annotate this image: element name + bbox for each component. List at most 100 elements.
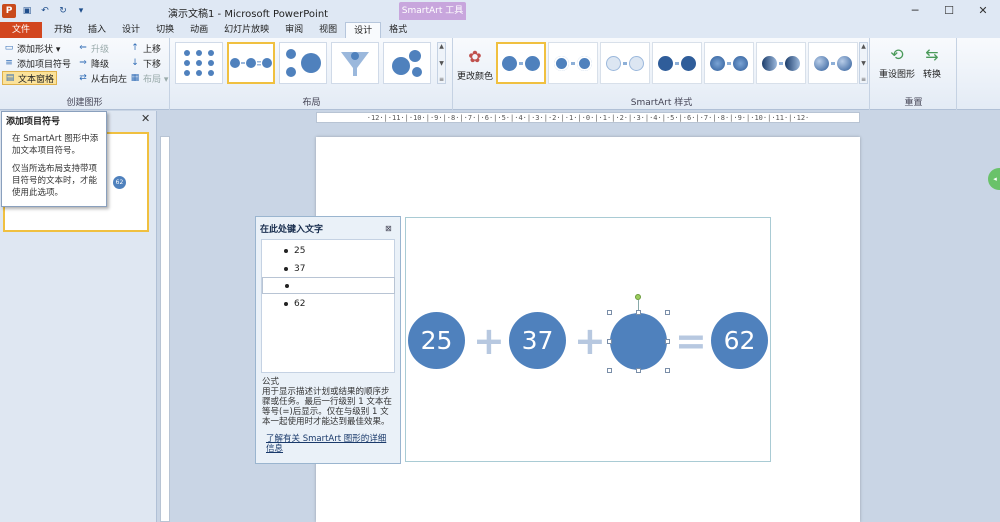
move-down-icon: ↓ (131, 58, 139, 68)
close-pane-icon[interactable]: ✕ (141, 112, 150, 125)
resize-handle[interactable] (665, 310, 670, 315)
move-up-icon: ↑ (131, 43, 139, 53)
smartart-styles-label: SmartArt 样式 (630, 98, 693, 108)
side-tab-icon[interactable]: ◂ (988, 168, 1000, 190)
equation-circle-2[interactable]: 37 (509, 312, 566, 369)
redo-icon[interactable]: ↻ (56, 4, 70, 18)
scroll-up-icon[interactable]: ▲ (860, 43, 867, 50)
list-item[interactable]: 62 (262, 295, 395, 312)
resize-handle[interactable] (636, 310, 641, 315)
undo-icon[interactable]: ↶ (38, 4, 52, 18)
layout-label: 布局 ▾ (143, 74, 169, 85)
tab-animations[interactable]: 动画 (182, 22, 216, 38)
resize-handle[interactable] (665, 339, 670, 344)
style-circle-icon (710, 55, 725, 71)
list-item[interactable]: 25 (262, 242, 395, 259)
reset-graphic-button[interactable]: ⟲ 重设图形 (877, 42, 917, 82)
learn-more-link[interactable]: 了解有关 SmartArt 图形的详细信息 (266, 434, 392, 454)
equation-circle-3-selected[interactable] (610, 313, 667, 370)
bullet-icon (284, 248, 288, 253)
equation-layout-icon (230, 58, 272, 68)
bullet-icon (284, 266, 288, 271)
tab-home[interactable]: 开始 (46, 22, 80, 38)
resize-handle[interactable] (665, 368, 670, 373)
scroll-down-icon[interactable]: ▼ (438, 60, 445, 67)
close-button[interactable]: ✕ (966, 0, 1000, 22)
promote-button[interactable]: ⇐ 升级 (76, 41, 111, 55)
right-to-left-icon: ⇄ (79, 73, 87, 83)
style-option-2[interactable] (548, 42, 598, 84)
layouts-scroll[interactable]: ▲ ▼ ≡ (437, 42, 446, 84)
text-pane-button[interactable]: ▤ 文本窗格 (2, 71, 58, 85)
move-down-button[interactable]: ↓ 下移 (128, 56, 163, 70)
text-pane-title: 在此处键入文字 (260, 225, 324, 235)
demote-button[interactable]: ⇒ 降级 (76, 56, 111, 70)
scroll-down-icon[interactable]: ▼ (860, 60, 867, 67)
window-title: 演示文稿1 - Microsoft PowerPoint (168, 9, 329, 20)
add-bullet-label: 添加项目符号 (17, 59, 72, 70)
resize-handle[interactable] (636, 368, 641, 373)
tab-insert[interactable]: 插入 (80, 22, 114, 38)
tab-slideshow[interactable]: 幻灯片放映 (216, 22, 277, 38)
equation-circle-1[interactable]: 25 (408, 312, 465, 369)
text-pane-list: 25 37 62 (261, 239, 395, 373)
layout-option-funnel[interactable] (331, 42, 379, 84)
style-equals-icon (675, 61, 679, 65)
tooltip-text-2: 仅当所选布局支持带项目符号的文本时，才能使用此选项。 (12, 164, 98, 198)
tab-smartart-design[interactable]: 设计 (345, 22, 382, 38)
text-pane-label: 文本窗格 (18, 74, 55, 85)
layout-option-gears[interactable] (383, 42, 431, 84)
ribbon-tabs: 文件 开始 插入 设计 切换 动画 幻灯片放映 审阅 视图 设计 格式 (0, 22, 1000, 38)
smartart-styles-group: ✿ 更改颜色 ▲ ▼ ≡ SmartArt 样式 (454, 38, 870, 110)
tab-design[interactable]: 设计 (114, 22, 148, 38)
list-item-active[interactable] (262, 277, 395, 294)
plus-sign-1: + (473, 319, 505, 363)
style-option-4[interactable] (652, 42, 702, 84)
tab-transitions[interactable]: 切换 (148, 22, 182, 38)
text-pane-close-icon[interactable]: ⊠ (385, 224, 392, 233)
convert-icon: ⇆ (925, 44, 939, 64)
maximize-button[interactable]: ☐ (932, 0, 966, 22)
tab-file[interactable]: 文件 (0, 22, 43, 38)
layout-icon: ▦ (130, 73, 140, 83)
tab-view[interactable]: 视图 (311, 22, 345, 38)
styles-scroll[interactable]: ▲ ▼ ≡ (859, 42, 868, 84)
style-equals-icon (571, 61, 575, 65)
resize-handle[interactable] (607, 310, 612, 315)
layout-button[interactable]: ▦ 布局 ▾ (128, 71, 170, 85)
convert-button[interactable]: ⇆ 转换 (921, 42, 943, 82)
tab-smartart-format[interactable]: 格式 (381, 22, 415, 38)
style-option-3[interactable] (600, 42, 650, 84)
equation-circle-result[interactable]: 62 (711, 312, 768, 369)
promote-label: 升级 (91, 44, 110, 55)
ribbon: ▭ 添加形状 ▾ ≡ 添加项目符号 ▤ 文本窗格 ⇐ 升级 ⇒ 降级 ⇄ 从右向左 ↑ 上移 … (0, 38, 1000, 110)
equals-sign: = (675, 319, 707, 363)
add-bullet-button[interactable]: ≡ 添加项目符号 (2, 56, 73, 70)
minimize-button[interactable]: ─ (898, 0, 932, 22)
scroll-up-icon[interactable]: ▲ (438, 43, 445, 50)
resize-handle[interactable] (607, 339, 612, 344)
list-item[interactable]: 37 (262, 260, 395, 277)
layout-option-3[interactable] (279, 42, 327, 84)
resize-handle[interactable] (607, 368, 612, 373)
right-to-left-label: 从右向左 (91, 74, 128, 85)
add-shape-button[interactable]: ▭ 添加形状 ▾ (2, 41, 62, 55)
bullet-icon (284, 301, 288, 306)
right-to-left-button[interactable]: ⇄ 从右向左 (76, 71, 129, 85)
rotate-handle[interactable] (635, 294, 641, 300)
style-option-1[interactable] (496, 42, 546, 84)
layout-option-1[interactable] (175, 42, 223, 84)
more-icon[interactable]: ≡ (860, 76, 867, 83)
change-colors-button[interactable]: ✿ 更改颜色 (456, 42, 494, 86)
customize-qat-icon[interactable]: ▾ (74, 4, 88, 18)
layout-option-equation[interactable] (227, 42, 275, 84)
style-circle-icon (733, 55, 748, 71)
save-icon[interactable]: ▣ (20, 4, 34, 18)
move-up-button[interactable]: ↑ 上移 (128, 41, 163, 55)
style-option-6[interactable] (756, 42, 806, 84)
style-option-7[interactable] (808, 42, 858, 84)
style-option-5[interactable] (704, 42, 754, 84)
more-icon[interactable]: ≡ (438, 76, 445, 83)
style-circle-icon (502, 55, 517, 71)
tab-review[interactable]: 审阅 (277, 22, 311, 38)
